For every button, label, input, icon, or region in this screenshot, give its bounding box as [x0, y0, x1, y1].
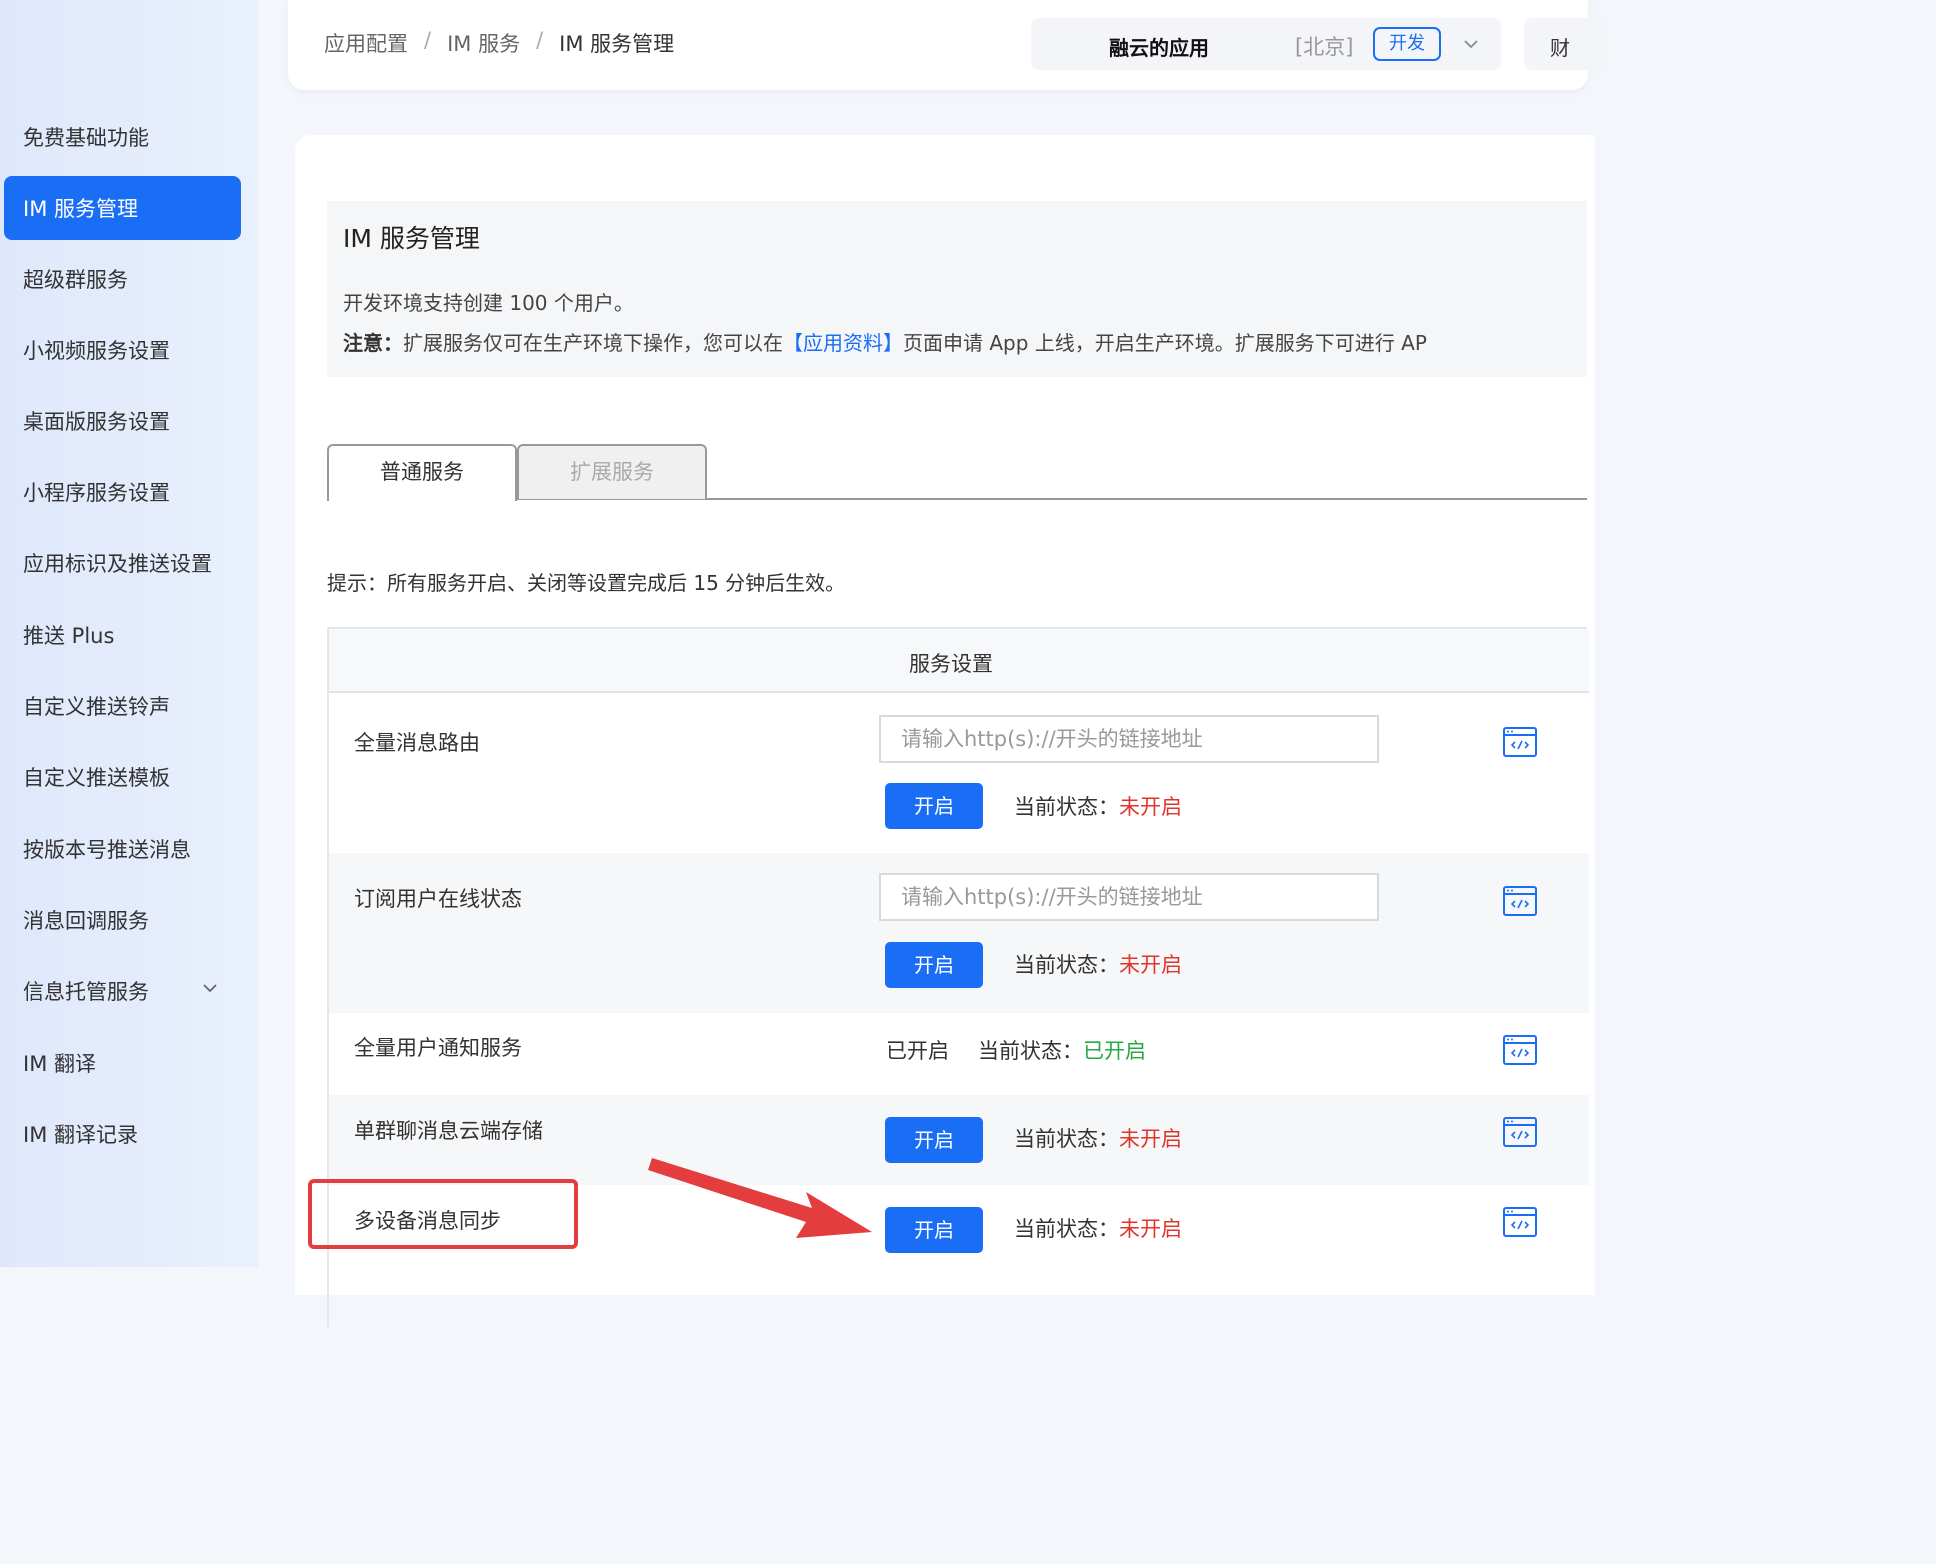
sidebar-item-info-hosting[interactable]: 信息托管服务 [4, 959, 241, 1023]
notice-text: 扩展服务仅可在生产环境下操作，您可以在 [403, 331, 783, 355]
status-value: 已开启 [1083, 1039, 1146, 1063]
sidebar-item-super-group[interactable]: 超级群服务 [4, 247, 241, 311]
notice-line-2: 注意：扩展服务仅可在生产环境下操作，您可以在【应用资料】页面申请 App 上线，… [343, 323, 1571, 363]
status-prefix: 当前状态： [1014, 1217, 1119, 1241]
sidebar-item-label: 小程序服务设置 [23, 481, 170, 505]
sidebar-item-label: 桌面版服务设置 [23, 410, 170, 434]
row-label: 全量消息路由 [354, 731, 480, 755]
row-label: 单群聊消息云端存储 [354, 1119, 543, 1143]
tab-normal-service[interactable]: 普通服务 [327, 444, 517, 501]
env-badge: 开发 [1373, 27, 1441, 61]
sidebar-item-im-service[interactable]: IM 服务管理 [4, 176, 241, 240]
enable-button[interactable]: 开启 [885, 783, 983, 829]
breadcrumb-im-service[interactable]: IM 服务 [447, 28, 520, 58]
top-bar: 应用配置 / IM 服务 / IM 服务管理 融云的应用 [北京] 开发 财 [288, 0, 1604, 90]
table-row: 单群聊消息云端存储 开启 当前状态：未开启 [329, 1095, 1589, 1185]
sidebar-item-label: 自定义推送铃声 [23, 695, 170, 719]
status-value: 未开启 [1119, 953, 1182, 977]
sidebar-item-label: 推送 Plus [23, 624, 115, 648]
table-header-label: 服务设置 [909, 652, 993, 676]
sidebar-item-label: 按版本号推送消息 [23, 838, 191, 862]
breadcrumb: 应用配置 / IM 服务 / IM 服务管理 [324, 28, 674, 58]
sidebar-item-label: IM 翻译 [23, 1052, 96, 1076]
table-header: 服务设置 [329, 629, 1589, 693]
chevron-down-icon[interactable] [203, 981, 217, 995]
chevron-down-icon[interactable] [1463, 36, 1479, 52]
sidebar-item-push-plus[interactable]: 推送 Plus [4, 603, 241, 667]
app-selector[interactable]: 融云的应用 [北京] 开发 [1031, 18, 1501, 70]
sidebar-item-desktop[interactable]: 桌面版服务设置 [4, 389, 241, 453]
api-doc-icon[interactable] [1503, 1207, 1537, 1237]
api-doc-icon[interactable] [1503, 1035, 1537, 1065]
breadcrumb-separator: / [424, 28, 432, 52]
row-label: 订阅用户在线状态 [354, 887, 522, 911]
sidebar-item-push-ringtone[interactable]: 自定义推送铃声 [4, 674, 241, 738]
arrow-annotation-icon [648, 1158, 872, 1238]
finance-tab-label: 财 [1550, 36, 1570, 60]
status-text: 当前状态：未开启 [1014, 1123, 1182, 1153]
status-prefix: 当前状态： [978, 1039, 1083, 1063]
enable-button[interactable]: 开启 [885, 1207, 983, 1253]
status-prefix: 当前状态： [1014, 1127, 1119, 1151]
tab-extended-service[interactable]: 扩展服务 [517, 444, 707, 499]
url-input[interactable] [879, 715, 1379, 763]
status-text: 当前状态：未开启 [1014, 1213, 1182, 1243]
enabled-label: 已开启 [886, 1039, 949, 1063]
status-prefix: 当前状态： [1014, 953, 1119, 977]
finance-tab[interactable]: 财 [1524, 18, 1604, 70]
sidebar-item-free-basic[interactable]: 免费基础功能 [4, 105, 241, 169]
sidebar-item-push-template[interactable]: 自定义推送模板 [4, 745, 241, 809]
breadcrumb-current: IM 服务管理 [559, 32, 675, 56]
breadcrumb-app-config[interactable]: 应用配置 [324, 28, 408, 58]
sidebar-item-short-video[interactable]: 小视频服务设置 [4, 318, 241, 382]
sidebar-item-im-translate-log[interactable]: IM 翻译记录 [4, 1102, 241, 1166]
sidebar-item-label: IM 服务管理 [23, 197, 138, 221]
notice-text: 页面申请 App 上线，开启生产环境。扩展服务下可进行 AP [903, 331, 1427, 355]
sidebar-item-label: 信息托管服务 [23, 980, 149, 1004]
status-text: 当前状态：未开启 [1014, 949, 1182, 979]
enable-button[interactable]: 开启 [885, 1117, 983, 1163]
row-label: 全量用户通知服务 [354, 1036, 522, 1060]
breadcrumb-separator: / [536, 28, 544, 52]
main-panel: IM 服务管理 开发环境支持创建 100 个用户。 注意：扩展服务仅可在生产环境… [295, 135, 1595, 1327]
url-input[interactable] [879, 873, 1379, 921]
status-text: 当前状态：已开启 [978, 1035, 1146, 1065]
sidebar-item-mini-program[interactable]: 小程序服务设置 [4, 460, 241, 524]
sidebar-item-message-callback[interactable]: 消息回调服务 [4, 888, 241, 952]
sidebar-item-app-push[interactable]: 应用标识及推送设置 [4, 531, 241, 595]
api-doc-icon[interactable] [1503, 886, 1537, 916]
sidebar-item-label: 免费基础功能 [23, 126, 149, 150]
status-value: 未开启 [1119, 1217, 1182, 1241]
app-info-link[interactable]: 【应用资料】 [783, 331, 903, 355]
table-row: 订阅用户在线状态 开启 当前状态：未开启 [329, 853, 1589, 1013]
api-doc-icon[interactable] [1503, 1117, 1537, 1147]
status-prefix: 当前状态： [1014, 795, 1119, 819]
status-value: 未开启 [1119, 1127, 1182, 1151]
sidebar-item-version-push[interactable]: 按版本号推送消息 [4, 817, 241, 881]
sidebar-item-label: 超级群服务 [23, 268, 128, 292]
page-title: IM 服务管理 [343, 224, 480, 253]
sidebar-item-label: 应用标识及推送设置 [23, 552, 212, 576]
sidebar-item-label: 小视频服务设置 [23, 339, 170, 363]
sidebar: 免费基础功能 IM 服务管理 超级群服务 小视频服务设置 桌面版服务设置 小程序… [0, 0, 258, 1267]
notice-line-1: 开发环境支持创建 100 个用户。 [343, 291, 634, 315]
app-region: [北京] [1295, 35, 1354, 59]
sidebar-item-label: 自定义推送模板 [23, 766, 170, 790]
app-name: 融云的应用 [1109, 36, 1209, 60]
sidebar-item-label: IM 翻译记录 [23, 1123, 138, 1147]
status-text: 当前状态：未开启 [1014, 791, 1182, 821]
highlight-annotation-box [308, 1179, 578, 1249]
hint-text: 提示：所有服务开启、关闭等设置完成后 15 分钟后生效。 [327, 571, 846, 595]
api-doc-icon[interactable] [1503, 727, 1537, 757]
sidebar-item-im-translate[interactable]: IM 翻译 [4, 1031, 241, 1095]
table-row: 全量用户通知服务 已开启 当前状态：已开启 [329, 1013, 1589, 1095]
table-row: 全量消息路由 开启 当前状态：未开启 [329, 695, 1589, 853]
status-value: 未开启 [1119, 795, 1182, 819]
enable-button[interactable]: 开启 [885, 942, 983, 988]
notice-box: IM 服务管理 开发环境支持创建 100 个用户。 注意：扩展服务仅可在生产环境… [327, 201, 1587, 377]
notice-label: 注意： [343, 331, 403, 355]
sidebar-item-label: 消息回调服务 [23, 909, 149, 933]
